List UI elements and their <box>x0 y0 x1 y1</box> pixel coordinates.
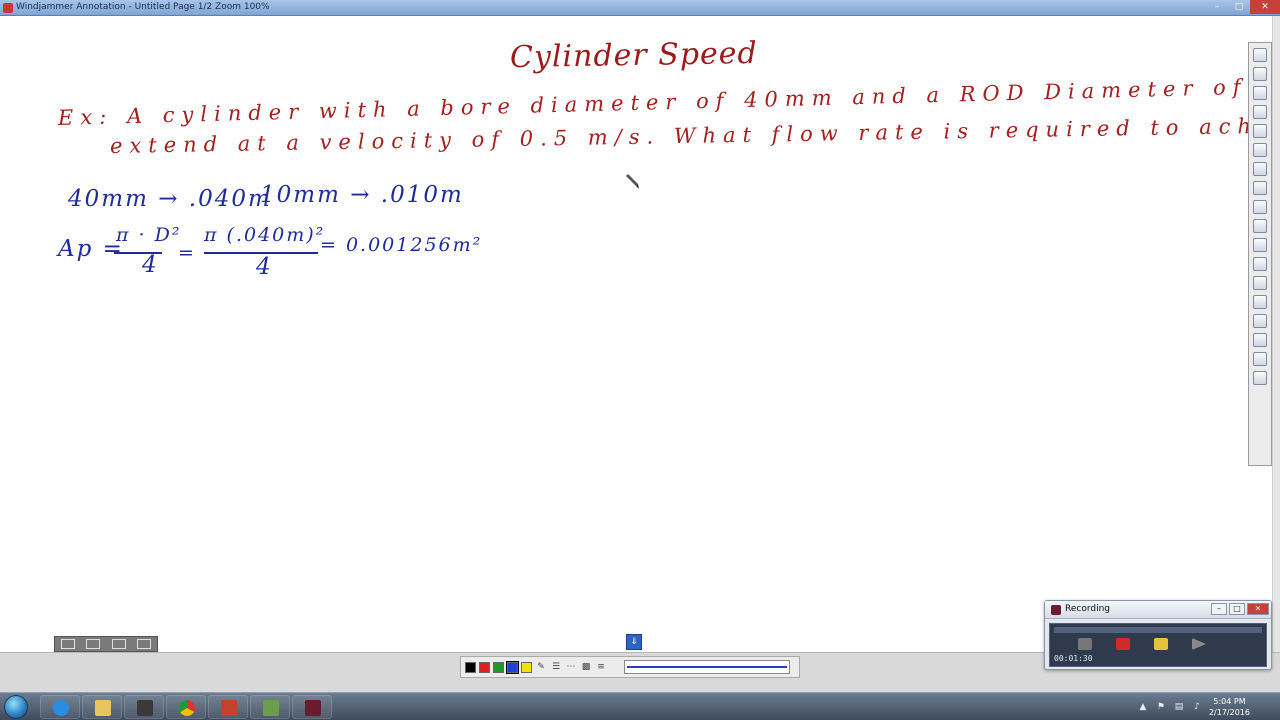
clock-date: 2/17/2016 <box>1208 708 1250 717</box>
vertical-scrollbar[interactable] <box>1272 16 1280 652</box>
board-heading: Cylinder Speed <box>509 35 759 76</box>
title-bar: Windjammer Annotation - Untitled Page 1/… <box>0 0 1280 16</box>
pen-width-preview[interactable] <box>624 660 790 674</box>
formula-result: = 0.001256m² <box>320 234 483 256</box>
window-controls: – □ ✕ <box>1206 0 1280 14</box>
page-thumb-button[interactable] <box>86 639 101 649</box>
exit-icon[interactable] <box>1253 371 1267 385</box>
save-icon[interactable] <box>1253 333 1267 347</box>
eraser-icon[interactable] <box>1253 162 1267 176</box>
recorder-close-button[interactable]: ✕ <box>1247 603 1269 615</box>
line-weight-icon[interactable]: ☰ <box>550 662 562 673</box>
redo-icon[interactable] <box>1253 257 1267 271</box>
drawing-toolbar: ✎ ☰ ⋯ ▩ ≡ <box>460 656 800 678</box>
stop-icon[interactable] <box>1078 638 1092 650</box>
system-tray: ▲ ⚑ ▤ ♪ 5:04 PM 2/17/2016 <box>1137 693 1280 720</box>
insert-page-icon[interactable] <box>1253 295 1267 309</box>
color-black-swatch[interactable] <box>465 661 476 673</box>
media-player-icon[interactable] <box>124 695 164 719</box>
print-icon[interactable] <box>1253 314 1267 328</box>
pen-cursor-icon <box>626 174 639 189</box>
bore-conversion: 40mm → .040m <box>68 186 272 212</box>
close-button[interactable]: ✕ <box>1250 0 1280 14</box>
rod-conversion: 10mm → .010m <box>260 182 464 208</box>
recording-header: Recording – □ ✕ <box>1045 601 1271 619</box>
app-icon <box>3 3 13 13</box>
powerpoint-icon[interactable] <box>208 695 248 719</box>
line-icon[interactable] <box>1253 219 1267 233</box>
recorder-restore-button[interactable]: □ <box>1229 603 1245 615</box>
right-toolbar <box>1248 42 1272 466</box>
annotation-canvas[interactable]: Cylinder Speed Ex: A cylinder with a bor… <box>0 16 1280 652</box>
formula-numerator-1: π · D² <box>116 224 182 246</box>
recorder-buttons <box>1078 638 1206 650</box>
page-up-icon[interactable] <box>1253 48 1267 62</box>
page-down-icon[interactable] <box>1253 67 1267 81</box>
pen-icon[interactable] <box>1253 124 1267 138</box>
color-red-swatch[interactable] <box>479 661 490 673</box>
formula-numerator-2: π (.040m)² <box>204 224 326 246</box>
clear-icon[interactable] <box>1253 276 1267 290</box>
system-clock[interactable]: 5:04 PM 2/17/2016 <box>1209 696 1250 718</box>
flag-icon[interactable]: ⚑ <box>1155 701 1167 713</box>
highlighter-icon[interactable] <box>1253 143 1267 157</box>
play-icon[interactable] <box>1192 638 1206 650</box>
transparency-icon[interactable]: ▩ <box>580 662 592 673</box>
recorder-window-controls: – □ ✕ <box>1211 603 1269 615</box>
recording-title: Recording <box>1065 604 1111 614</box>
chrome-icon[interactable] <box>166 695 206 719</box>
recorder-minimize-button[interactable]: – <box>1211 603 1227 615</box>
select-icon[interactable] <box>1253 105 1267 119</box>
show-hidden-icons-icon[interactable]: ▲ <box>1137 701 1149 713</box>
area-formula: Ap = π · D² 4 = π (.040m)² 4 = 0.001256m… <box>58 224 498 298</box>
pause-icon[interactable] <box>1154 638 1168 650</box>
undo-icon[interactable] <box>1253 238 1267 252</box>
recording-widget: Recording – □ ✕ 00:01:30 <box>1044 600 1272 670</box>
settings-icon[interactable] <box>1253 352 1267 366</box>
window-title: Windjammer Annotation - Untitled Page 1/… <box>16 2 270 12</box>
annotation-app-icon[interactable] <box>250 695 290 719</box>
dash-style-icon[interactable]: ⋯ <box>565 662 577 673</box>
start-button[interactable] <box>4 695 28 719</box>
audio-level-meter <box>1054 627 1262 633</box>
toolbar-toggle-icon[interactable]: ⇓ <box>626 634 642 650</box>
color-yellow-swatch[interactable] <box>521 661 532 673</box>
minimize-button[interactable]: – <box>1206 0 1228 14</box>
recording-timer: 00:01:30 <box>1054 654 1093 663</box>
clock-time: 5:04 PM <box>1213 697 1246 706</box>
prev-page-button[interactable] <box>60 639 75 649</box>
maximize-button[interactable]: □ <box>1228 0 1250 14</box>
arrow-style-icon[interactable]: ≡ <box>595 662 607 673</box>
page-navigator <box>54 636 158 652</box>
text-icon[interactable] <box>1253 181 1267 195</box>
formula-denominator-2: 4 <box>256 254 273 280</box>
formula-lhs: Ap = <box>58 236 124 262</box>
file-explorer-icon[interactable] <box>82 695 122 719</box>
formula-equals: = <box>178 242 196 264</box>
color-blue-swatch[interactable] <box>506 660 519 674</box>
recorder-app-icon[interactable] <box>292 695 332 719</box>
internet-explorer-icon[interactable] <box>40 695 80 719</box>
shape-icon[interactable] <box>1253 200 1267 214</box>
zoom-icon[interactable] <box>1253 86 1267 100</box>
recorder-controls-panel: 00:01:30 <box>1049 623 1267 667</box>
network-icon[interactable]: ▤ <box>1173 701 1185 713</box>
recorder-icon <box>1051 605 1061 615</box>
color-green-swatch[interactable] <box>493 661 504 673</box>
windows-taskbar: ▲ ⚑ ▤ ♪ 5:04 PM 2/17/2016 <box>0 692 1280 720</box>
record-icon[interactable] <box>1116 638 1130 650</box>
next-page-button[interactable] <box>111 639 126 649</box>
taskbar-apps <box>40 695 332 719</box>
page-menu-button[interactable] <box>137 639 152 649</box>
volume-icon[interactable]: ♪ <box>1191 701 1203 713</box>
palette-icon[interactable]: ✎ <box>535 662 547 673</box>
app-window: Windjammer Annotation - Untitled Page 1/… <box>0 0 1280 720</box>
formula-denominator-1: 4 <box>142 252 159 278</box>
